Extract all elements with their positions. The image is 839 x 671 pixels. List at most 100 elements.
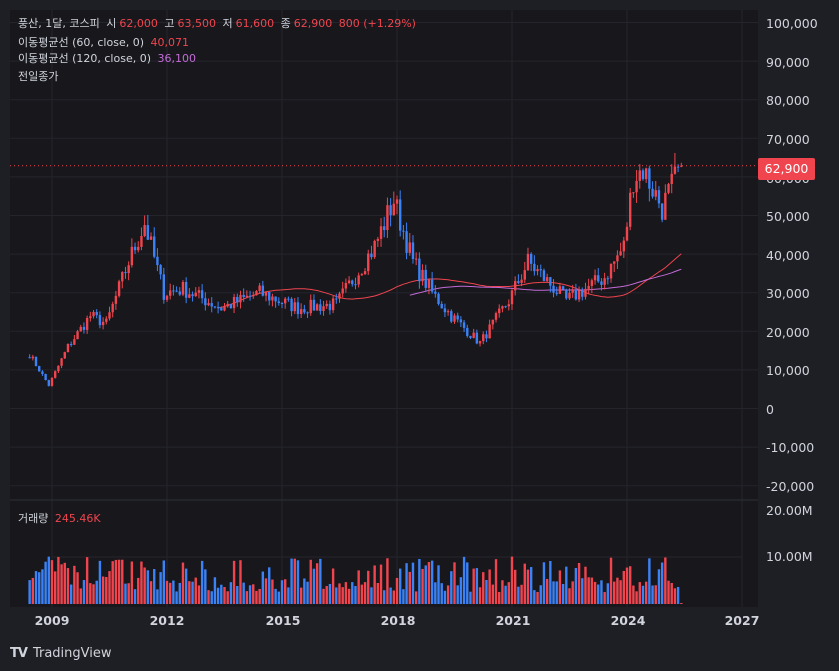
volume-bar [98, 560, 102, 604]
volume-bar [76, 572, 79, 604]
volume-bar [293, 558, 296, 604]
candle [299, 309, 303, 315]
volume-bar [194, 577, 197, 604]
ma120-legend[interactable]: 이동평균선 (120, close, 0) 36,100 [18, 52, 199, 66]
volume-bar [513, 569, 517, 604]
candle [290, 298, 293, 312]
candle [638, 170, 641, 181]
candle [485, 334, 488, 339]
volume-bar [328, 583, 332, 604]
candle [79, 326, 82, 332]
price-tick: 30,000 [766, 286, 810, 301]
candle [526, 253, 530, 271]
volume-bar [370, 587, 373, 604]
volume-bar [236, 585, 239, 604]
volume-label: 거래량 [18, 512, 49, 525]
volume-bar [443, 590, 447, 604]
close-label: 종 [280, 17, 291, 30]
prev-close-legend[interactable]: 전일종가 [18, 70, 61, 84]
volume-bar [322, 588, 325, 604]
volume-bar [507, 582, 511, 604]
volume-bar [204, 569, 207, 604]
volume-bar [341, 587, 344, 604]
volume-bar [175, 591, 178, 604]
volume-bar [549, 560, 552, 604]
chart-canvas[interactable] [10, 10, 758, 607]
volume-bar [376, 582, 380, 604]
volume-bar [434, 582, 437, 604]
volume-bar [274, 588, 277, 604]
volume-bar [34, 571, 38, 604]
candle [517, 281, 520, 283]
candle [354, 284, 357, 286]
volume-bar [153, 569, 156, 604]
ma60-label: 이동평균선 (60, close, 0) [18, 36, 144, 49]
candle [542, 270, 546, 281]
time-tick: 2018 [380, 613, 416, 628]
candle [143, 225, 146, 236]
volume-bar [450, 571, 453, 604]
volume-bar [680, 603, 683, 604]
volume-bar [510, 556, 514, 604]
candle [261, 285, 265, 296]
volume-bar [223, 587, 226, 604]
volume-bar [95, 580, 98, 604]
candle [188, 294, 191, 298]
volume-bar [111, 561, 114, 604]
ma60-legend[interactable]: 이동평균선 (60, close, 0) 40,071 [18, 36, 192, 50]
volume-bar [124, 583, 127, 604]
candle [89, 316, 92, 318]
volume-bar [143, 567, 146, 604]
volume-bar [622, 570, 626, 604]
volume-bar [475, 568, 479, 604]
candle [207, 303, 210, 306]
candle [60, 358, 63, 366]
ma120-label: 이동평균선 (120, close, 0) [18, 52, 151, 65]
candle [57, 365, 60, 372]
volume-bar [584, 566, 587, 604]
volume-bar [577, 562, 581, 604]
tradingview-brand[interactable]: TV TradingView [10, 646, 111, 661]
volume-bar [338, 583, 341, 604]
candle [478, 341, 482, 344]
candle [472, 332, 475, 338]
candle [76, 331, 79, 340]
open-label: 시 [106, 17, 117, 30]
candle [513, 281, 517, 291]
price-tick: 50,000 [766, 209, 810, 224]
candle [462, 322, 466, 328]
volume-bar [597, 584, 600, 604]
candle [367, 253, 370, 272]
volume-bar [424, 565, 427, 604]
volume-bar [220, 584, 223, 604]
volume-bar [600, 580, 603, 604]
volume-bar [69, 584, 73, 604]
volume-legend[interactable]: 거래량 245.46K [18, 512, 104, 526]
chart-panel[interactable]: 풍산, 1달, 코스피 시 62,000 고 63,500 저 61,600 종 62,… [10, 10, 758, 607]
candle [584, 288, 587, 297]
candle [657, 190, 661, 204]
volume-bar [44, 561, 47, 604]
volume-bar [344, 582, 348, 604]
volume-tick: 20.00M [766, 503, 813, 518]
volume-bar [574, 567, 578, 604]
volume-bar [191, 581, 194, 604]
volume-bar [258, 588, 261, 604]
candle [395, 199, 399, 204]
volume-bar [676, 586, 680, 604]
volume-value: 245.46K [54, 512, 101, 525]
candle [344, 283, 348, 289]
candle [124, 272, 127, 274]
candle [561, 286, 565, 290]
volume-bar [625, 567, 629, 604]
candle [654, 190, 657, 197]
candle [488, 324, 491, 339]
volume-bar [517, 586, 520, 604]
candle [271, 296, 274, 301]
candle [405, 231, 408, 253]
candle [632, 192, 635, 194]
candle [159, 265, 162, 275]
volume-bar [526, 569, 530, 604]
volume-bar [363, 582, 367, 604]
candle [127, 265, 130, 274]
